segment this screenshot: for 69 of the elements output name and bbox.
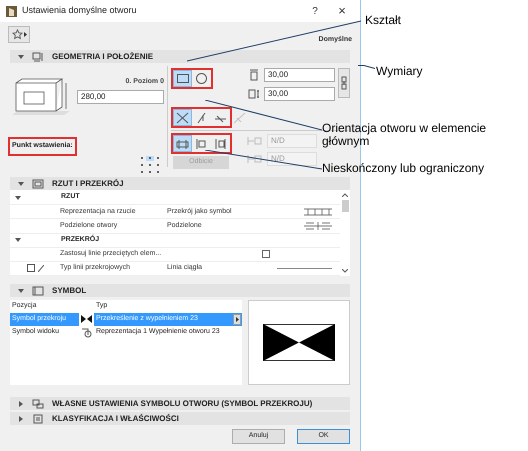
caret-icon: [24, 32, 26, 37]
extent-icon: [214, 138, 227, 150]
orientation-icon: [176, 112, 189, 124]
checkbox[interactable]: [262, 250, 270, 258]
rectangle-icon: [176, 74, 188, 83]
shape-toggle[interactable]: [173, 70, 192, 87]
line-sample: [277, 268, 332, 269]
input-field[interactable]: 30,00: [264, 68, 335, 82]
scroll-up-icon[interactable]: [342, 193, 348, 197]
caret-icon[interactable]: [18, 54, 24, 60]
pen-line-icon: [38, 264, 44, 272]
extent-icon: [195, 138, 208, 150]
scroll-down-icon[interactable]: [342, 269, 348, 273]
symbol-icon: [32, 286, 44, 296]
crossed-fill-symbol-icon: [263, 324, 335, 361]
symbol-thumbnail-icon: [81, 314, 92, 325]
depth-icon: [248, 88, 260, 100]
annotation-label: Orientacja otworu w elemencie głównym: [322, 122, 488, 148]
link-toggle[interactable]: [338, 68, 350, 98]
chain-link-icon: [341, 76, 347, 90]
orientation-toggle[interactable]: [173, 109, 192, 126]
caret-icon[interactable]: [18, 416, 24, 422]
scrollbar[interactable]: [340, 190, 350, 276]
app-icon: [6, 6, 17, 16]
checkbox-icon[interactable]: [27, 264, 35, 272]
input-field[interactable]: 280,00: [77, 90, 164, 104]
section-title: WŁASNE USTAWIENIA SYMBOLU OTWORU (SYMBOL PRZEKROJU): [52, 398, 312, 410]
input-field[interactable]: 30,00: [264, 87, 335, 101]
section-header[interactable]: SYMBOL: [10, 284, 350, 297]
star-icon: [12, 29, 22, 40]
symbol-preview-icon: [304, 222, 332, 230]
section-header[interactable]: WŁASNE USTAWIENIA SYMBOLU OTWORU (SYMBOL PRZEKROJU): [10, 397, 350, 410]
annotation-label: Wymiary: [376, 63, 423, 80]
extent-toggle[interactable]: [173, 135, 192, 152]
caret-icon[interactable]: [18, 288, 24, 294]
caret-icon: [236, 317, 238, 322]
section-header[interactable]: KLASYFIKACJA I WŁAŚCIWOŚCI: [10, 412, 350, 425]
symbol-settings-icon: [32, 398, 44, 408]
section-title: SYMBOL: [52, 284, 86, 296]
section-title: KLASYFIKACJA I WŁAŚCIWOŚCI: [52, 412, 179, 424]
section-title: RZUT I PRZEKRÓJ: [52, 178, 124, 190]
limit-icon: [247, 136, 263, 146]
caret-icon[interactable]: [18, 400, 24, 406]
extent-icon: [176, 138, 189, 150]
annotation-label: Nieskończony lub ograniczony: [322, 161, 484, 175]
limit-icon: [247, 154, 263, 164]
symbol-thumbnail-icon: [81, 327, 92, 338]
scroll-thumb[interactable]: [342, 200, 348, 212]
close-button[interactable]: ×: [330, 1, 354, 21]
anchor-grid-icon[interactable]: [140, 156, 160, 174]
caret-icon[interactable]: [18, 180, 24, 186]
classification-icon: [32, 414, 44, 424]
width-icon: [248, 69, 260, 81]
leader-line: [358, 65, 376, 69]
expand-arrow-button[interactable]: [233, 314, 241, 325]
favorites-button[interactable]: [8, 26, 30, 43]
orientation-icon: [195, 112, 208, 124]
section-title: GEOMETRIA I POŁOŻENIE: [52, 50, 154, 62]
section-header[interactable]: GEOMETRIA I POŁOŻENIE: [10, 50, 350, 63]
plan-section-icon: [32, 178, 44, 188]
help-button[interactable]: ?: [305, 4, 325, 18]
section-header[interactable]: RZUT I PRZEKRÓJ: [10, 177, 350, 190]
symbol-preview-icon: [304, 208, 332, 216]
window-title: Ustawienia domyślne otworu: [22, 4, 138, 18]
orientation-icon: [233, 112, 246, 124]
circle-icon: [196, 73, 207, 84]
geometry-icon: [32, 52, 44, 62]
caret-icon[interactable]: [15, 237, 21, 244]
caret-icon[interactable]: [15, 194, 21, 201]
